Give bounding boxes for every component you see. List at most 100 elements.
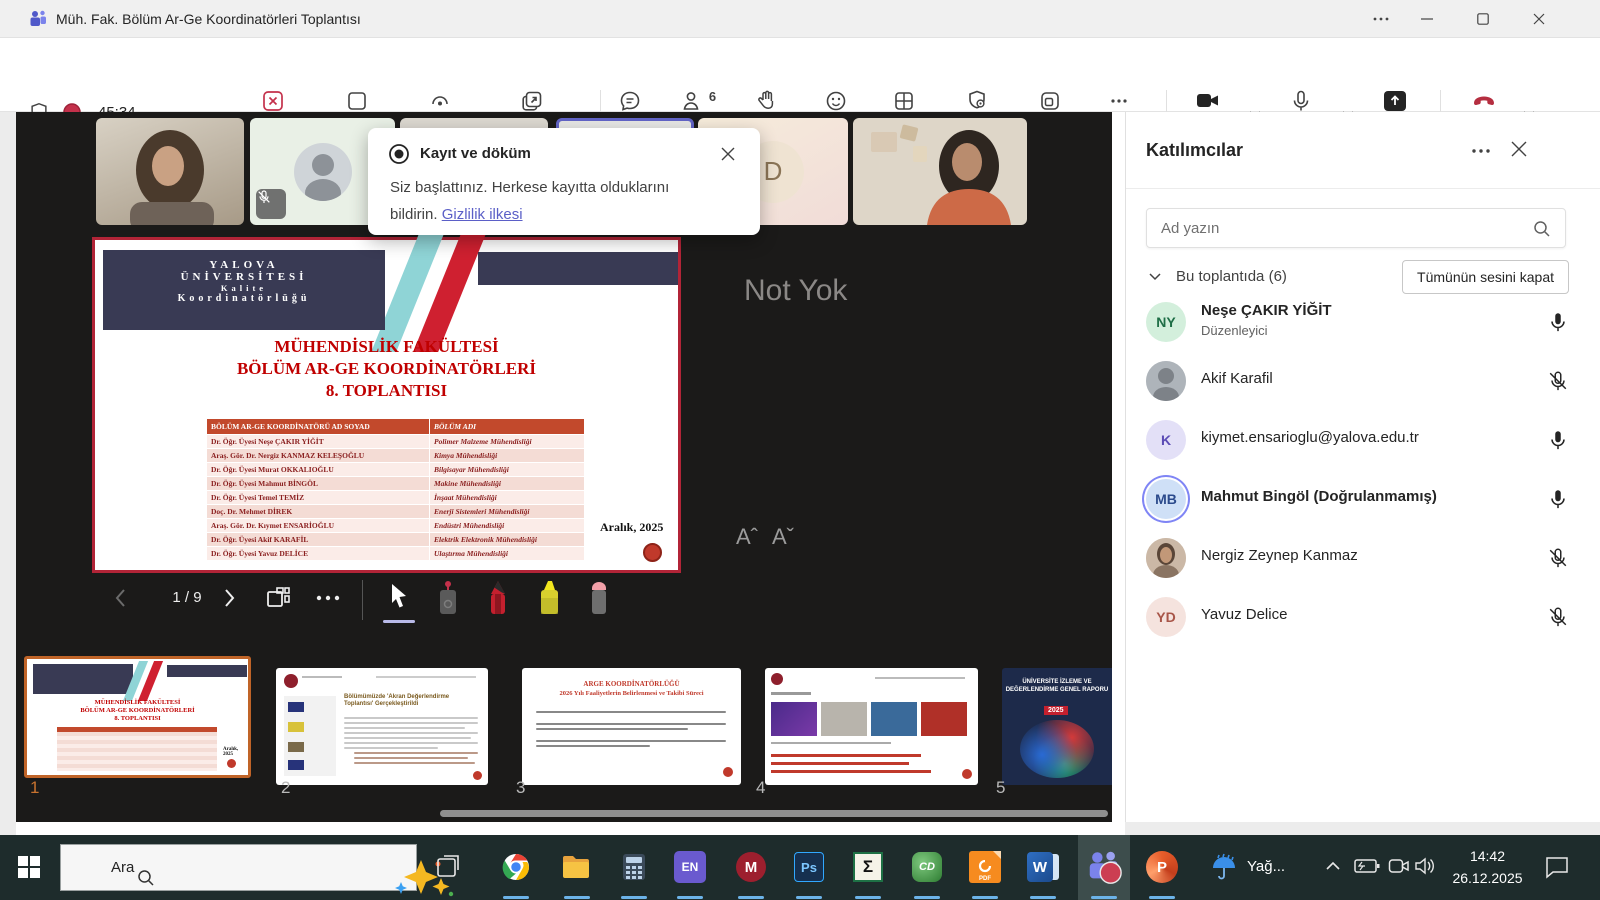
clock[interactable]: 14:42 26.12.2025	[1440, 845, 1535, 889]
cursor-tool-selected[interactable]	[388, 582, 410, 610]
avatar: K	[1146, 420, 1186, 460]
video-tile-1[interactable]	[96, 118, 244, 225]
font-increase-button[interactable]: Aˆ	[736, 524, 758, 550]
battery-icon[interactable]	[1352, 858, 1380, 874]
taskbar: Ara	[0, 835, 1600, 900]
participant-row[interactable]: YD Yavuz Delice	[1126, 588, 1600, 647]
participant-name: Neşe ÇAKIR YİĞİT	[1201, 302, 1332, 319]
participant-row[interactable]: K kiymet.ensarioglu@yalova.edu.tr	[1126, 411, 1600, 470]
thumbnail-number: 3	[516, 778, 525, 798]
avatar: NY	[1146, 302, 1186, 342]
share-icon	[1381, 88, 1409, 114]
slide-thumbnail-3[interactable]: ARGE KOORDİNATÖRLÜĞÜ 2026 Yılı Faaliyetl…	[522, 668, 741, 785]
participant-role: Düzenleyici	[1201, 323, 1267, 338]
meet-now-icon[interactable]	[1388, 857, 1410, 875]
font-decrease-button[interactable]: Aˇ	[772, 524, 794, 550]
section-chevron-icon[interactable]	[1148, 272, 1162, 281]
participant-row[interactable]: Nergiz Zeynep Kanmaz	[1126, 529, 1600, 588]
folder-icon	[561, 854, 591, 880]
eraser-tool[interactable]	[588, 580, 610, 614]
tile-muted-badge	[256, 189, 286, 219]
thumbnail-year: 2025	[1044, 706, 1068, 715]
panel-more-button[interactable]	[1471, 148, 1491, 154]
photoshop-app-icon[interactable]: Ps	[790, 848, 828, 886]
camera-icon	[1193, 88, 1223, 114]
mute-all-button[interactable]: Tümünün sesini kapat	[1402, 260, 1569, 294]
teams-app-icon	[28, 9, 48, 29]
sigmaplot-app-icon[interactable]: Σ	[849, 848, 887, 886]
slide-thumbnail-1-selected[interactable]: MÜHENDİSLİK FAKÜLTESİBÖLÜM AR-GE KOORDİN…	[24, 656, 251, 778]
participant-row[interactable]: Akif Karafil	[1126, 352, 1600, 411]
panel-close-button[interactable]	[1510, 140, 1528, 158]
laser-pointer-tool[interactable]	[436, 580, 460, 614]
participant-search[interactable]	[1146, 208, 1566, 248]
calculator-icon	[622, 853, 646, 881]
foxit-pdf-app-icon[interactable]: PDF	[966, 848, 1004, 886]
taskbar-search[interactable]: Ara	[60, 844, 417, 891]
mendeley-app-icon[interactable]: M	[732, 848, 770, 886]
photoshop-icon: Ps	[794, 852, 824, 882]
participant-name: Nergiz Zeynep Kanmaz	[1201, 547, 1358, 564]
calculator-app-icon[interactable]	[615, 848, 653, 886]
slide-thumbnail-2[interactable]: Bölümümüzde 'Akran Değerlendirme Toplant…	[276, 668, 488, 785]
record-icon	[388, 143, 410, 165]
notification-center-icon[interactable]	[1544, 855, 1570, 879]
mic-on-icon[interactable]	[1547, 428, 1569, 452]
thumbnail-number: 5	[996, 778, 1005, 798]
next-slide-button[interactable]	[222, 587, 238, 609]
close-button[interactable]	[1516, 0, 1562, 38]
thumbnail-number: 1	[30, 778, 39, 798]
video-tile-6[interactable]	[853, 118, 1027, 225]
file-explorer-app-icon[interactable]	[557, 848, 595, 886]
pen-tool[interactable]	[486, 580, 510, 614]
grid-view-button[interactable]	[264, 584, 292, 612]
mic-off-icon[interactable]	[1547, 369, 1569, 393]
titlebar-more-button[interactable]	[1358, 0, 1404, 38]
privacy-policy-link[interactable]: Gizlilik ilkesi	[442, 206, 523, 223]
teams-app-icon-active[interactable]	[1085, 848, 1123, 886]
slide-thumbnail-5[interactable]: ÜNİVERSİTE İZLEME VE DEĞERLENDİRME GENEL…	[1002, 668, 1112, 785]
notification-close-button[interactable]	[720, 146, 736, 162]
participant-search-input[interactable]	[1161, 209, 1521, 247]
participant-name: kiymet.ensarioglu@yalova.edu.tr	[1201, 429, 1419, 446]
section-label: Bu toplantıda (6)	[1176, 268, 1287, 285]
translator-app-icon[interactable]: EN	[674, 851, 706, 883]
mic-off-icon[interactable]	[1547, 546, 1569, 570]
mic-on-icon[interactable]	[1547, 310, 1569, 334]
bottom-gap	[16, 822, 1112, 835]
more-slide-options-button[interactable]	[314, 594, 342, 602]
taskbar-search-placeholder: Ara	[111, 859, 134, 876]
word-icon: W	[1027, 852, 1059, 882]
minimize-button[interactable]	[1404, 0, 1450, 38]
maximize-button[interactable]	[1460, 0, 1506, 38]
participant-row[interactable]: NY Neşe ÇAKIR YİĞİT Düzenleyici	[1126, 293, 1600, 352]
speaker-icon[interactable]	[1414, 857, 1436, 875]
powerpoint-app-icon[interactable]: P	[1143, 848, 1181, 886]
teams-recording-icon	[1085, 849, 1123, 885]
participant-video	[853, 118, 1027, 225]
word-app-icon[interactable]: W	[1024, 848, 1062, 886]
task-view-button[interactable]	[430, 848, 468, 886]
weather-label[interactable]: Yağ...	[1247, 858, 1285, 875]
stage-panel-gap	[1112, 112, 1125, 835]
previous-slide-button[interactable]	[112, 587, 128, 609]
weather-tray-icon[interactable]	[1205, 848, 1243, 886]
thumbnail-title: Bölümümüzde 'Akran Değerlendirme Toplant…	[344, 694, 476, 708]
view-grid-icon	[891, 88, 917, 114]
chrome-icon	[502, 853, 530, 881]
slide-thumbnail-4[interactable]	[765, 668, 978, 785]
chrome-app-icon[interactable]	[497, 848, 535, 886]
tray-chevron-up-icon[interactable]	[1325, 861, 1341, 871]
ellipsis-icon	[1106, 88, 1132, 114]
mic-on-icon[interactable]	[1547, 487, 1569, 511]
participant-name: Yavuz Delice	[1201, 606, 1287, 623]
cursor-tool-underline	[383, 620, 415, 623]
participant-row-speaking[interactable]: MB Mahmut Bingöl (Doğrulanmamış)	[1126, 470, 1600, 529]
custom-view-icon	[427, 88, 453, 114]
search-icon	[1533, 220, 1551, 238]
highlighter-tool[interactable]	[536, 580, 562, 614]
start-button[interactable]	[10, 848, 48, 886]
chemdraw-app-icon[interactable]: CD	[908, 848, 946, 886]
filmstrip-scrollbar[interactable]	[440, 810, 1108, 817]
mic-off-icon[interactable]	[1547, 605, 1569, 629]
